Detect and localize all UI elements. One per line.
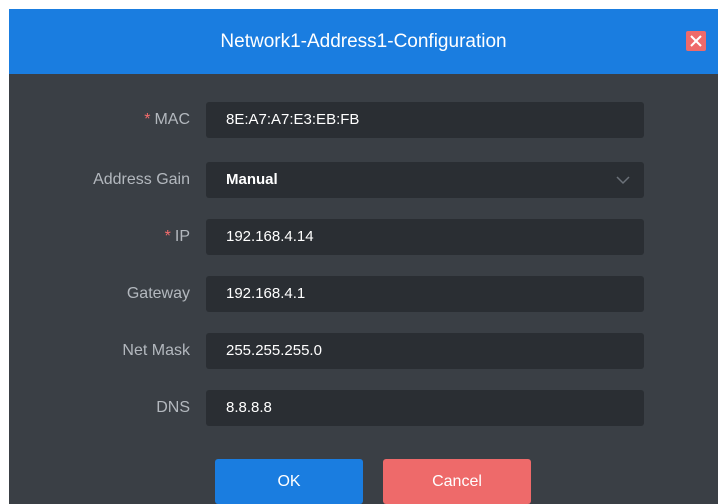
dns-input[interactable]: [206, 390, 644, 426]
address-gain-row: Address Gain Manual: [9, 162, 718, 198]
network-config-dialog: Network1-Address1-Configuration *MAC Add…: [9, 9, 718, 504]
gateway-label: Gateway: [126, 285, 190, 302]
close-icon: [690, 35, 702, 47]
mac-input[interactable]: [206, 102, 644, 138]
ip-input[interactable]: [206, 219, 644, 255]
ip-label: * IP: [164, 228, 190, 245]
mac-label: * MAC: [144, 111, 190, 128]
dialog-header: Network1-Address1-Configuration: [9, 9, 718, 74]
dns-row: DNS: [9, 390, 718, 426]
net-mask-row: Net Mask: [9, 333, 718, 369]
gateway-input[interactable]: [206, 276, 644, 312]
required-marker: *: [164, 228, 171, 245]
address-gain-select[interactable]: Manual: [206, 162, 644, 198]
cancel-button[interactable]: Cancel: [383, 459, 531, 504]
gateway-row: Gateway: [9, 276, 718, 312]
dialog-title: Network1-Address1-Configuration: [220, 31, 507, 52]
ip-row: * IP: [9, 219, 718, 255]
ok-button[interactable]: OK: [215, 459, 363, 504]
chevron-down-icon: [616, 176, 630, 185]
net-mask-input[interactable]: [206, 333, 644, 369]
required-marker: *: [144, 111, 151, 128]
net-mask-label: Net Mask: [122, 342, 190, 359]
mac-row: * MAC: [9, 102, 718, 138]
address-gain-label: Address Gain: [93, 171, 190, 188]
address-gain-value: Manual: [226, 171, 278, 188]
dns-label: DNS: [156, 399, 190, 416]
close-button[interactable]: [686, 31, 706, 51]
